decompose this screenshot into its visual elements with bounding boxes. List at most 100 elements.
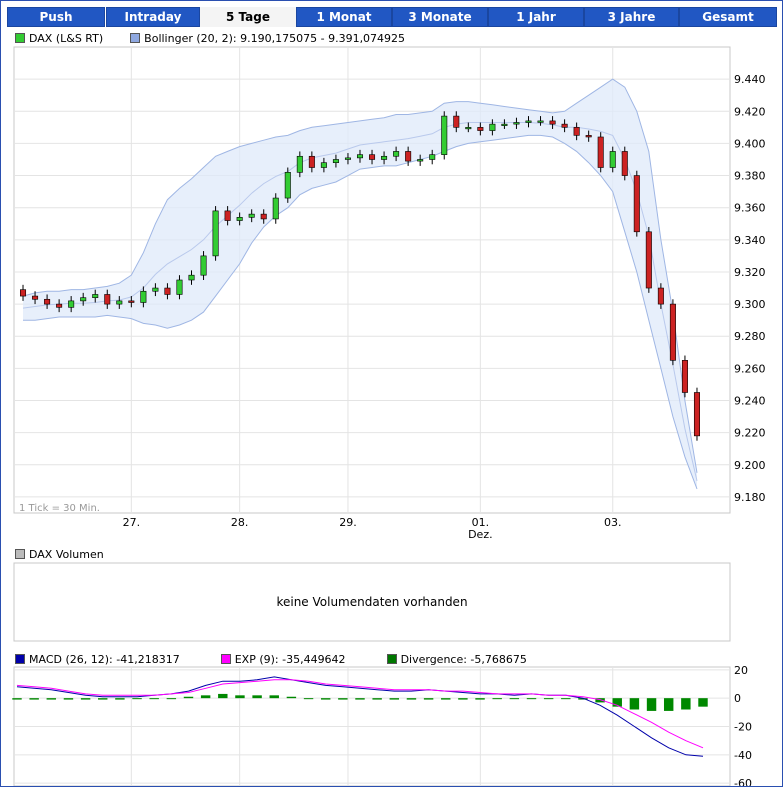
price-y-tick-label: 9.420 [734, 105, 766, 118]
divergence-bar [338, 698, 348, 700]
price-y-tick-label: 9.260 [734, 362, 766, 375]
price-y-tick-label: 9.380 [734, 170, 766, 183]
candle-body [561, 123, 568, 128]
price-y-tick-label: 9.400 [734, 137, 766, 150]
macd-y-tick-label: -40 [734, 749, 752, 762]
price-x-tick-label: 29. [339, 516, 357, 529]
candle-body [272, 197, 279, 220]
divergence-bar [561, 698, 571, 700]
candle-body [417, 159, 424, 162]
divergence-bar [149, 698, 159, 700]
divergence-bar [441, 698, 451, 700]
candle-body [609, 151, 616, 168]
candle-body [200, 255, 207, 276]
divergence-bar [166, 698, 177, 700]
candle-body [32, 295, 39, 300]
divergence-bar [543, 698, 554, 700]
price-y-tick-label: 9.340 [734, 234, 766, 247]
candle-body [693, 392, 700, 437]
divergence-bar [63, 698, 74, 700]
divergence-bar [252, 695, 262, 699]
divergence-bar [355, 698, 365, 700]
divergence-bar [132, 698, 142, 700]
volume-empty-message: keine Volumendaten vorhanden [276, 595, 468, 609]
tick-note: 1 Tick = 30 Min. [19, 503, 100, 514]
macd-y-tick-label: 20 [734, 664, 748, 677]
candle-body [260, 213, 267, 220]
divergence-bar [389, 698, 400, 700]
divergence-bar [98, 698, 108, 700]
candle-body [393, 151, 400, 157]
candle-body [645, 231, 652, 289]
candle-body [248, 213, 255, 218]
price-y-tick-label: 9.220 [734, 427, 766, 440]
candle-body [429, 154, 436, 160]
candle-body [356, 154, 364, 159]
candle-body [140, 290, 147, 303]
candle-body [116, 300, 123, 305]
price-panel: 9.180 9.200 9.220 9.240 9.260 9.280 9.300 9.320… [13, 46, 766, 541]
divergence-bar [303, 698, 314, 700]
candle-body [104, 294, 111, 305]
price-y-tick-label: 9.300 [734, 298, 766, 311]
price-x-tick-label: 27. [123, 516, 141, 529]
candle-body [381, 155, 388, 160]
divergence-bar [458, 698, 468, 700]
candle-body [92, 294, 99, 298]
candle-body [405, 151, 412, 162]
candle-body [441, 115, 448, 155]
price-x-tick-sublabel: Dez. [468, 528, 493, 541]
candle-body [621, 151, 628, 176]
divergence-bar [200, 695, 211, 699]
divergence-bar [663, 698, 674, 711]
macd-y-tick-label: -20 [734, 721, 752, 734]
macd-panel: 20 0 -20 -40 -60 [12, 664, 752, 786]
candle-body [537, 120, 544, 123]
divergence-bar [475, 698, 485, 700]
candle-body [501, 123, 508, 126]
candle-body [44, 298, 51, 305]
candle-body [308, 155, 315, 168]
candle-body [236, 217, 243, 221]
divergence-bar [80, 698, 91, 700]
divergence-bar [115, 698, 125, 700]
divergence-bar [286, 696, 297, 699]
price-y-tick-label: 9.360 [734, 202, 766, 215]
divergence-bar [509, 698, 520, 700]
candle-body [332, 159, 339, 163]
divergence-bar [269, 695, 279, 699]
divergence-bar [698, 698, 708, 707]
candle-body [513, 122, 520, 125]
price-y-tick-label: 9.440 [734, 73, 766, 86]
candle-body [212, 210, 219, 257]
candle-body [284, 172, 291, 199]
price-y-tick-label: 9.280 [734, 330, 766, 343]
candle-body [68, 300, 75, 308]
candle-body [453, 115, 460, 128]
macd-y-tick-label: 0 [734, 692, 741, 705]
divergence-bar [183, 696, 194, 699]
chart-svg: 9.180 9.200 9.220 9.240 9.260 9.280 9.300 9.320… [12, 46, 766, 786]
candle-body [188, 274, 195, 281]
candle-body [597, 136, 604, 168]
divergence-bar [423, 698, 434, 700]
price-x-tick-label: 03. [604, 516, 622, 529]
price-y-tick-label: 9.320 [734, 266, 766, 279]
price-y-tick-label: 9.240 [734, 395, 766, 408]
divergence-bar [406, 698, 417, 700]
divergence-bar [218, 693, 228, 699]
candle-body [585, 135, 592, 138]
candle-body [489, 123, 496, 131]
candle-body [633, 175, 640, 233]
candle-body [369, 154, 376, 160]
candle-body [549, 120, 556, 125]
divergence-bar [46, 698, 57, 700]
divergence-bar [526, 698, 537, 700]
price-x-tick-label: 28. [231, 516, 249, 529]
candle-body [56, 303, 63, 308]
chart-frame: Push Intraday 5 Tage 1 Monat 3 Monate 1 Jahr 3… [0, 0, 783, 787]
macd-y-tick-label: -60 [734, 777, 752, 786]
divergence-bar [320, 698, 331, 700]
candle-body [320, 162, 327, 168]
candle-body [128, 300, 135, 303]
